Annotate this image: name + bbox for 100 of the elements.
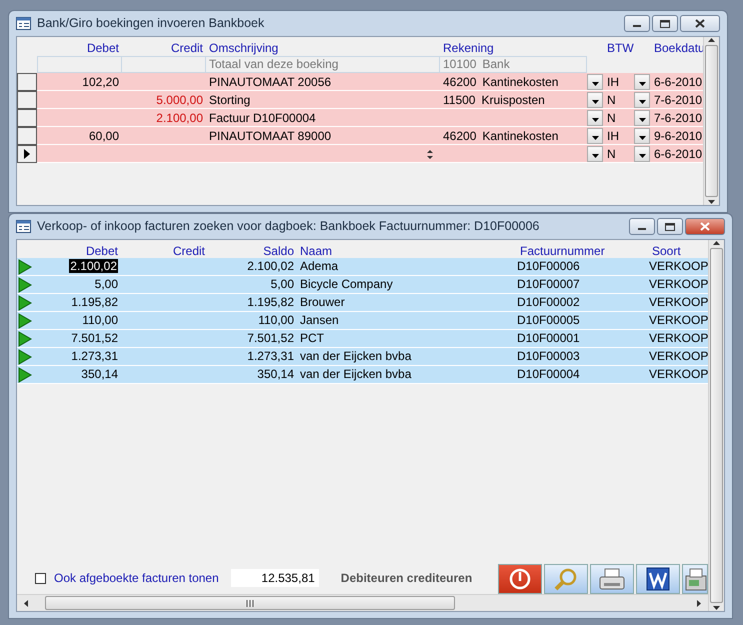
dropdown-button[interactable] bbox=[634, 146, 650, 162]
account-name: Kruisposten bbox=[481, 92, 545, 108]
total-label: Totaal van deze boeking bbox=[209, 56, 338, 72]
date-cell-text: 7-6-2010 bbox=[653, 110, 703, 126]
description-cell: PINAUTOMAAT 89000 bbox=[209, 128, 332, 144]
invoice-number-cell-text: D10F00001 bbox=[517, 331, 581, 346]
power-icon bbox=[509, 568, 531, 590]
print-button[interactable] bbox=[590, 564, 634, 594]
description-cell: PINAUTOMAAT 20056 bbox=[209, 74, 332, 90]
column-header: Boekdatu bbox=[653, 40, 706, 55]
power-button[interactable] bbox=[498, 564, 542, 594]
play-icon[interactable] bbox=[17, 294, 32, 310]
scrollbar-thumb[interactable] bbox=[710, 248, 723, 603]
play-icon[interactable] bbox=[17, 312, 32, 328]
minimize-button[interactable] bbox=[624, 15, 650, 32]
vat-cell-text: IH bbox=[606, 74, 620, 90]
scrollbar-thumb[interactable] bbox=[705, 45, 718, 197]
play-icon[interactable] bbox=[17, 330, 32, 346]
account-number: 10100 bbox=[443, 56, 476, 72]
play-icon[interactable] bbox=[17, 276, 32, 292]
description-cell: Storting bbox=[209, 92, 250, 108]
dropdown-button[interactable] bbox=[587, 128, 603, 144]
account-name: Bank bbox=[482, 56, 510, 72]
word-button[interactable] bbox=[636, 564, 680, 594]
dropdown-button[interactable] bbox=[634, 92, 650, 108]
checkbox[interactable] bbox=[35, 572, 46, 584]
scrollbar-thumb[interactable] bbox=[45, 596, 455, 610]
minimize-button[interactable] bbox=[629, 218, 655, 235]
fax-button[interactable] bbox=[682, 564, 708, 594]
record-selector[interactable] bbox=[17, 145, 37, 163]
caret-icon bbox=[592, 136, 598, 140]
close-icon bbox=[700, 222, 710, 231]
record-selector[interactable] bbox=[17, 73, 37, 91]
maximize-icon bbox=[665, 222, 675, 230]
column-header: Credit bbox=[172, 244, 206, 258]
dropdown-button[interactable] bbox=[587, 146, 603, 162]
debet-cell: 350,14 bbox=[81, 367, 118, 382]
section-label: Debiteuren crediteuren bbox=[340, 570, 472, 586]
caret-icon bbox=[638, 154, 646, 158]
dropdown-button[interactable] bbox=[587, 92, 603, 108]
vat-cell-text: N bbox=[606, 110, 617, 126]
debet-cell: 7.501,52 bbox=[71, 331, 118, 346]
credit-cell-text: 5.000,00 bbox=[155, 92, 204, 108]
caret-icon bbox=[592, 118, 598, 122]
type-cell: VERKOOP bbox=[649, 331, 708, 346]
close-button[interactable] bbox=[685, 218, 725, 235]
debet-cell-text: 60,00 bbox=[88, 128, 120, 144]
record-selector[interactable] bbox=[17, 127, 37, 145]
close-button[interactable] bbox=[680, 15, 720, 32]
name-cell-text: Brouwer bbox=[299, 295, 346, 310]
maximize-button[interactable] bbox=[652, 15, 678, 32]
play-icon[interactable] bbox=[17, 348, 32, 364]
vat-cell-text: IH bbox=[606, 128, 620, 144]
debet-cell: 2.100,02 bbox=[69, 259, 118, 274]
spinner-icon[interactable] bbox=[426, 148, 434, 160]
credit-cell-text: 2.100,00 bbox=[155, 110, 204, 126]
caret-icon bbox=[638, 100, 646, 104]
scroll-up-icon[interactable] bbox=[707, 37, 716, 43]
debet-cell: 1.273,31 bbox=[71, 349, 118, 364]
scroll-right-icon[interactable] bbox=[696, 598, 702, 608]
form-icon bbox=[16, 16, 31, 31]
play-icon[interactable] bbox=[17, 366, 32, 382]
account-number: 46200 bbox=[443, 74, 476, 90]
dropdown-button[interactable] bbox=[634, 74, 650, 90]
scroll-left-icon[interactable] bbox=[23, 598, 29, 608]
name-cell-text: Jansen bbox=[299, 313, 340, 328]
caret-icon bbox=[592, 100, 598, 104]
vat-cell-text: N bbox=[606, 146, 617, 162]
caret-icon bbox=[638, 136, 646, 140]
invoice-number-cell-text: D10F00002 bbox=[517, 295, 581, 310]
date-cell-text: 9-6-2010 bbox=[653, 128, 703, 144]
printer-icon bbox=[599, 568, 625, 590]
scroll-down-icon[interactable] bbox=[712, 605, 721, 611]
column-header: Naam bbox=[299, 244, 334, 258]
column-header: Omschrijving bbox=[208, 40, 280, 55]
scroll-down-icon[interactable] bbox=[707, 199, 716, 205]
form-icon bbox=[16, 219, 31, 234]
record-selector[interactable] bbox=[17, 109, 37, 127]
scroll-up-icon[interactable] bbox=[712, 240, 721, 246]
dropdown-button[interactable] bbox=[587, 74, 603, 90]
search-icon bbox=[554, 568, 578, 590]
horizontal-scrollbar[interactable] bbox=[17, 594, 708, 611]
dropdown-button[interactable] bbox=[634, 128, 650, 144]
invoice-number-cell-text: D10F00007 bbox=[517, 277, 581, 292]
invoice-number-cell-text: D10F00005 bbox=[517, 313, 581, 328]
vertical-scrollbar[interactable] bbox=[703, 37, 719, 205]
vat-cell-text: N bbox=[606, 92, 617, 108]
column-header: Credit bbox=[170, 40, 204, 55]
vertical-scrollbar[interactable] bbox=[708, 240, 724, 611]
grip-icon bbox=[246, 600, 254, 606]
play-icon[interactable] bbox=[17, 258, 32, 274]
balance-cell-text: 110,00 bbox=[257, 313, 295, 328]
dropdown-button[interactable] bbox=[587, 110, 603, 126]
caret-icon bbox=[638, 82, 646, 86]
balance-cell-text: 2.100,02 bbox=[246, 259, 295, 274]
current-record-icon bbox=[24, 149, 30, 159]
maximize-button[interactable] bbox=[657, 218, 683, 235]
document-icon bbox=[646, 567, 670, 591]
record-selector[interactable] bbox=[17, 91, 37, 109]
dropdown-button[interactable] bbox=[634, 110, 650, 126]
